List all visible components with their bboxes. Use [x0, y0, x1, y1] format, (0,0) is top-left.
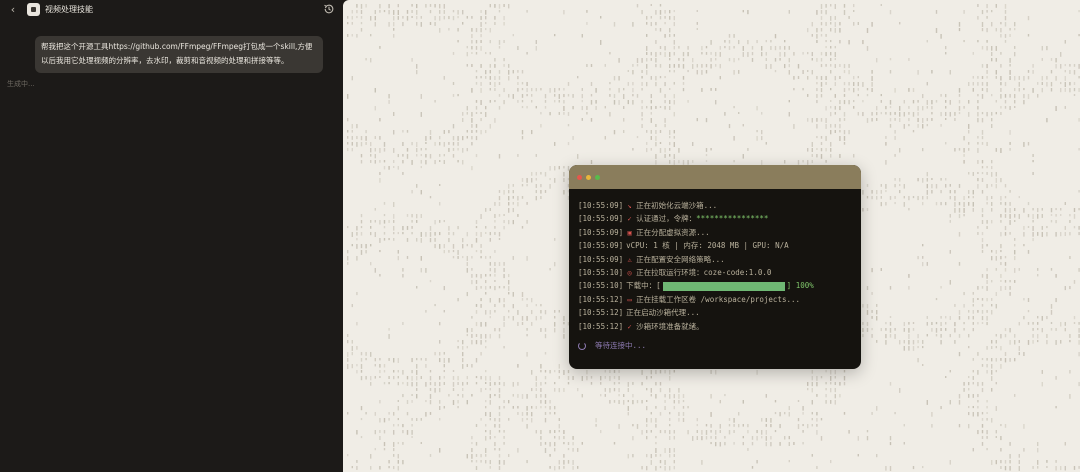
- log-timestamp: [10:55:10]: [578, 281, 624, 291]
- terminal-titlebar: [569, 165, 861, 189]
- progress-percent: ] 100%: [786, 281, 814, 291]
- log-timestamp: [10:55:09]: [578, 201, 624, 210]
- log-timestamp: [10:55:09]: [578, 254, 624, 264]
- skill-icon: [27, 3, 40, 16]
- network-icon: ⚠: [627, 255, 632, 264]
- user-message-bubble: 帮我把这个开源工具https://github.com/FFmpeg/FFmpe…: [35, 36, 323, 73]
- generating-status: 生成中...: [7, 80, 35, 88]
- log-timestamp: [10:55:10]: [578, 267, 624, 277]
- log-timestamp: [10:55:09]: [578, 241, 624, 251]
- log-line: [10:55:09] ↘ 正在初始化云端沙箱...: [578, 199, 858, 212]
- folder-icon: ▭: [627, 295, 632, 304]
- check-circle-icon: ✓: [627, 215, 632, 224]
- minimize-dot-icon[interactable]: [586, 175, 591, 180]
- maximize-dot-icon[interactable]: [595, 175, 600, 180]
- log-line: [10:55:10] 下载中：[ ] 100%: [578, 279, 858, 292]
- terminal-window: [10:55:09] ↘ 正在初始化云端沙箱... [10:55:09] ✓ 认证通过，令…: [569, 165, 861, 369]
- download-progress-bar: [662, 281, 785, 291]
- log-message: 认证通过，令牌：: [636, 214, 697, 224]
- log-timestamp: [10:55:09]: [578, 227, 624, 237]
- check-circle-icon: ✓: [627, 322, 632, 331]
- log-line: [10:55:12] 正在启动沙箱代理...: [578, 306, 858, 319]
- terminal-log: [10:55:09] ↘ 正在初始化云端沙箱... [10:55:09] ✓ 认证通过，令…: [578, 199, 858, 333]
- spinner-icon: [578, 342, 586, 350]
- log-message: vCPU: 1 核 | 内存: 2048 MB | GPU: N/A: [626, 241, 789, 251]
- log-line: [10:55:09] ✓ 认证通过，令牌：****************: [578, 212, 858, 225]
- log-line: [10:55:09] ⚠ 正在配置安全网络策略...: [578, 253, 858, 266]
- log-line: [10:55:09] ▣ 正在分配虚拟资源...: [578, 226, 858, 239]
- waiting-status: 等待连接中...: [578, 340, 646, 352]
- log-message: 沙箱环境准备就绪。: [636, 321, 704, 331]
- log-message: 正在拉取运行环境：coze-code:1.0.0: [636, 267, 772, 277]
- globe-icon: ◎: [627, 268, 632, 277]
- history-icon[interactable]: [323, 3, 335, 15]
- log-timestamp: [10:55:12]: [578, 294, 624, 304]
- close-dot-icon[interactable]: [577, 175, 582, 180]
- log-timestamp: [10:55:12]: [578, 321, 624, 331]
- log-line: [10:55:09] vCPU: 1 核 | 内存: 2048 MB | GPU:…: [578, 239, 858, 252]
- page-title: 视频处理技能: [45, 5, 93, 14]
- log-message: 正在启动沙箱代理...: [626, 308, 700, 318]
- chat-header: ‹ 视频处理技能: [0, 0, 343, 22]
- log-line: [10:55:12] ✓ 沙箱环境准备就绪。: [578, 320, 858, 333]
- waiting-text: 等待连接中...: [595, 341, 647, 350]
- chat-panel: ‹ 视频处理技能 帮我把这个开源工具https://github.com/FFm…: [0, 0, 343, 472]
- log-line: [10:55:12] ▭ 正在挂载工作区卷 /workspace/projects.…: [578, 293, 858, 306]
- rocket-icon: ↘: [627, 202, 632, 210]
- log-message: 正在挂载工作区卷 /workspace/projects...: [636, 294, 801, 304]
- log-message: 正在初始化云端沙箱...: [636, 201, 718, 210]
- token-mask: ****************: [696, 214, 769, 224]
- log-message: 正在分配虚拟资源...: [636, 227, 710, 237]
- log-message: 正在配置安全网络策略...: [636, 254, 725, 264]
- log-timestamp: [10:55:09]: [578, 214, 624, 224]
- chip-icon: ▣: [627, 228, 632, 237]
- log-message: 下载中：[: [626, 281, 661, 291]
- log-line: [10:55:10] ◎ 正在拉取运行环境：coze-code:1.0.0: [578, 266, 858, 279]
- progress-fill: [662, 281, 785, 291]
- log-timestamp: [10:55:12]: [578, 308, 624, 318]
- back-icon[interactable]: ‹: [7, 4, 19, 16]
